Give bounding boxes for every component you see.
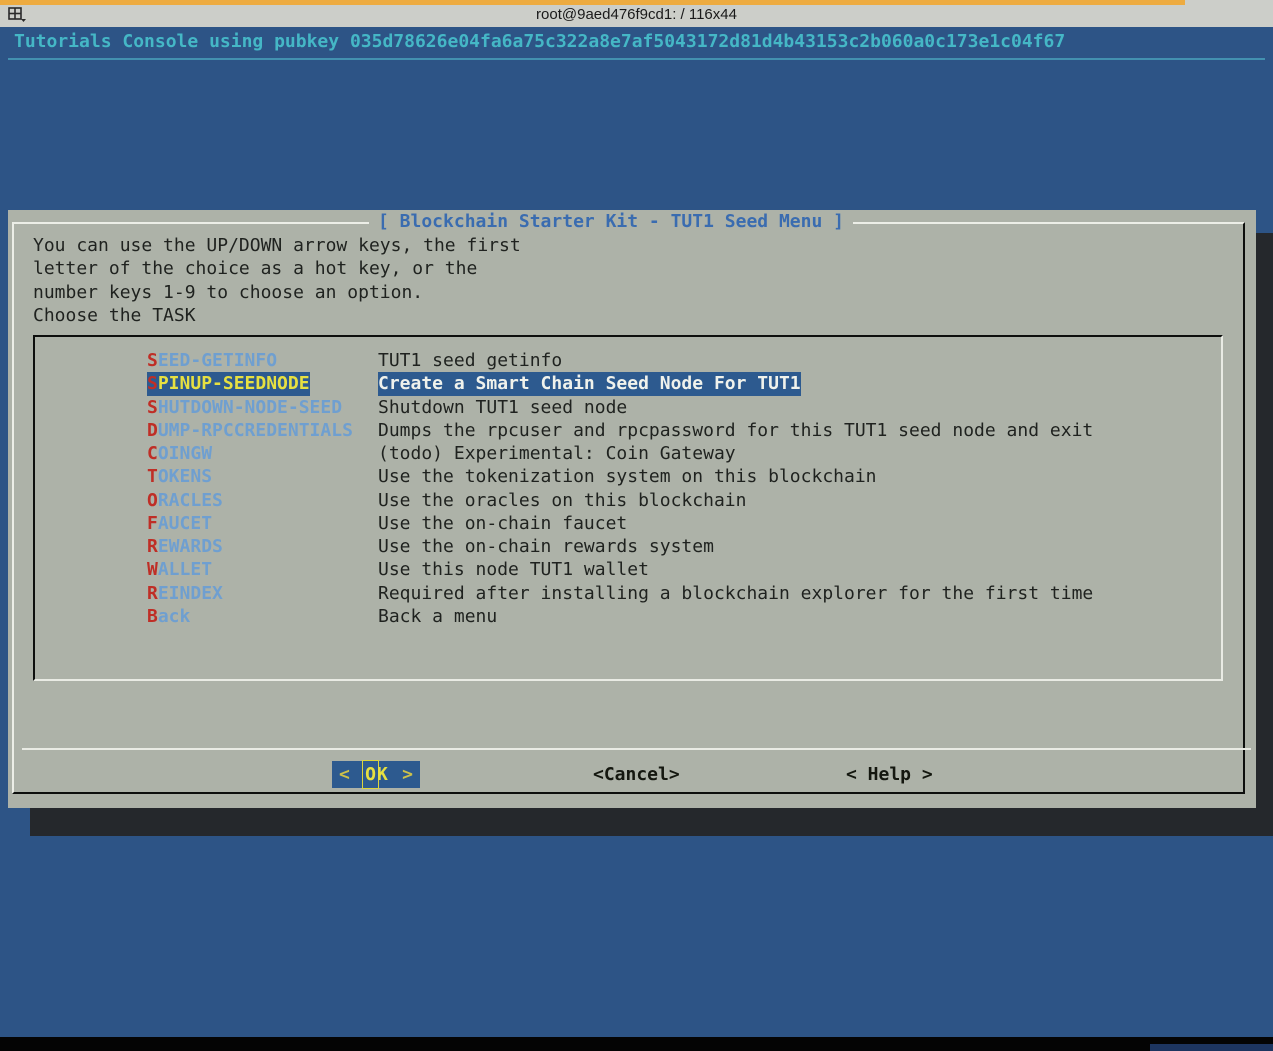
menu-item[interactable]: Back Back a menu xyxy=(35,605,1221,628)
button-separator xyxy=(22,748,1251,750)
prompt-line: You can use the UP/DOWN arrow keys, the … xyxy=(33,234,521,257)
menu-item-description: Create a Smart Chain Seed Node For TUT1 xyxy=(378,372,801,395)
menu-item-hotkey: R xyxy=(147,536,158,557)
ok-label: OK xyxy=(364,760,388,789)
menu-item-tag-rest: AUCET xyxy=(158,513,212,534)
menu-item-hotkey: F xyxy=(147,513,158,534)
menu-item-hotkey: T xyxy=(147,466,158,487)
cancel-button[interactable]: <Cancel> xyxy=(593,761,680,788)
menu-item[interactable]: SHUTDOWN-NODE-SEED Shutdown TUT1 seed nod… xyxy=(35,396,1221,419)
menu-item-tag: REINDEX xyxy=(147,582,223,605)
bottom-black-strip xyxy=(0,1037,1273,1051)
menu-item-description: Use the oracles on this blockchain xyxy=(378,489,746,512)
menu-item-tag-rest: EINDEX xyxy=(158,583,223,604)
menu-item-tag: COINGW xyxy=(147,442,212,465)
dialog-shadow-bottom xyxy=(30,808,1273,836)
menu-item-tag: WALLET xyxy=(147,558,212,581)
menu-box: SEED-GETINFOTUT1 seed getinfoSPINUP-SEED… xyxy=(33,335,1223,681)
menu-item-hotkey: B xyxy=(147,606,158,627)
menu-item[interactable]: WALLET Use this node TUT1 wallet xyxy=(35,558,1221,581)
menu-item-description: Use the tokenization system on this bloc… xyxy=(378,465,877,488)
dialog-prompt: You can use the UP/DOWN arrow keys, the … xyxy=(33,234,521,327)
menu-item-tag-rest: EWARDS xyxy=(158,536,223,557)
menu-item-description: (todo) Experimental: Coin Gateway xyxy=(378,442,736,465)
menu-item[interactable]: COINGW (todo) Experimental: Coin Gateway xyxy=(35,442,1221,465)
menu-item-tag-rest: OKENS xyxy=(158,466,212,487)
menu-item[interactable]: DUMP-RPCCREDENTIALS Dumps the rpcuser and… xyxy=(35,419,1221,442)
menu-item-description: Required after installing a blockchain e… xyxy=(378,582,1093,605)
menu-item-description: Back a menu xyxy=(378,605,497,628)
prompt-line: letter of the choice as a hot key, or th… xyxy=(33,257,521,280)
menu-item-description: Shutdown TUT1 seed node xyxy=(378,396,627,419)
menu-item[interactable]: ORACLES Use the oracles on this blockchai… xyxy=(35,489,1221,512)
titlebar-accent-strip xyxy=(0,0,1185,5)
menu-item[interactable]: TOKENS Use the tokenization system on thi… xyxy=(35,465,1221,488)
menu-item-hotkey: S xyxy=(147,373,158,394)
menu-item-tag-rest: UMP-RPCCREDENTIALS xyxy=(158,420,353,441)
backtitle-underline xyxy=(8,58,1265,60)
menu-item-tag-rest: ALLET xyxy=(158,559,212,580)
window-title: root@9aed476f9cd1: / 116x44 xyxy=(0,6,1273,23)
prompt-line: number keys 1-9 to choose an option. xyxy=(33,281,521,304)
menu-item[interactable]: REWARDS Use the on-chain rewards system xyxy=(35,535,1221,558)
menu-item-hotkey: D xyxy=(147,420,158,441)
menu-item-tag-rest: PINUP-SEEDNODE xyxy=(158,373,310,394)
menu-item[interactable]: FAUCET Use the on-chain faucet xyxy=(35,512,1221,535)
menu-item-tag: SEED-GETINFO xyxy=(147,349,277,372)
help-button[interactable]: < Help > xyxy=(846,761,933,788)
menu-item-tag-rest: ack xyxy=(158,606,191,627)
menu-item-hotkey: R xyxy=(147,583,158,604)
menu-item-tag: REWARDS xyxy=(147,535,223,558)
menu-item-tag: Back xyxy=(147,605,190,628)
menu-item-tag: ORACLES xyxy=(147,489,223,512)
menu-item-description: Dumps the rpcuser and rpcpassword for th… xyxy=(378,419,1093,442)
ok-button[interactable]: < OK > xyxy=(332,761,420,788)
menu-item-tag: TOKENS xyxy=(147,465,212,488)
menu-item-hotkey: O xyxy=(147,490,158,511)
dialog-title-text: [ Blockchain Starter Kit - TUT1 Seed Men… xyxy=(369,211,853,232)
menu-item[interactable]: SPINUP-SEEDNODE Create a Smart Chain Seed… xyxy=(35,372,1221,395)
menu-item-hotkey: S xyxy=(147,350,158,371)
menu-list: SEED-GETINFOTUT1 seed getinfoSPINUP-SEED… xyxy=(35,349,1221,628)
bottom-navy-strip xyxy=(1150,1044,1273,1051)
menu-item-hotkey: W xyxy=(147,559,158,580)
dialog-window: [ Blockchain Starter Kit - TUT1 Seed Men… xyxy=(8,210,1256,808)
ok-bracket-right: > xyxy=(402,761,413,788)
menu-item-tag-rest: HUTDOWN-NODE-SEED xyxy=(158,397,342,418)
menu-item-tag-rest: OINGW xyxy=(158,443,212,464)
menu-item-tag: SPINUP-SEEDNODE xyxy=(147,372,310,395)
menu-item-description: Use the on-chain rewards system xyxy=(378,535,714,558)
menu-item[interactable]: SEED-GETINFO TUT1 seed getinfo xyxy=(35,349,1221,372)
terminal: Tutorials Console using pubkey 035d78626… xyxy=(0,27,1273,1051)
menu-item-description: Use the on-chain faucet xyxy=(378,512,627,535)
menu-item-hotkey: S xyxy=(147,397,158,418)
menu-item-tag: DUMP-RPCCREDENTIALS xyxy=(147,419,353,442)
menu-item-tag-rest: EED-GETINFO xyxy=(158,350,277,371)
menu-item-description: TUT1 seed getinfo xyxy=(378,349,562,372)
menu-item-tag: SHUTDOWN-NODE-SEED xyxy=(147,396,342,419)
menu-item-tag: FAUCET xyxy=(147,512,212,535)
screen: root@9aed476f9cd1: / 116x44 Tutorials Co… xyxy=(0,0,1273,1051)
dialog-title: [ Blockchain Starter Kit - TUT1 Seed Men… xyxy=(8,211,1256,232)
prompt-line: Choose the TASK xyxy=(33,304,521,327)
menu-item-description: Use this node TUT1 wallet xyxy=(378,558,649,581)
menu-item[interactable]: REINDEX Required after installing a block… xyxy=(35,582,1221,605)
button-row: < OK > <Cancel> < Help > xyxy=(8,761,1256,788)
backtitle-text: Tutorials Console using pubkey 035d78626… xyxy=(14,31,1065,52)
dialog-shadow-right xyxy=(1256,233,1273,836)
window-titlebar: root@9aed476f9cd1: / 116x44 xyxy=(0,0,1273,28)
ok-bracket-left: < xyxy=(339,761,350,788)
menu-item-hotkey: C xyxy=(147,443,158,464)
menu-item-tag-rest: RACLES xyxy=(158,490,223,511)
